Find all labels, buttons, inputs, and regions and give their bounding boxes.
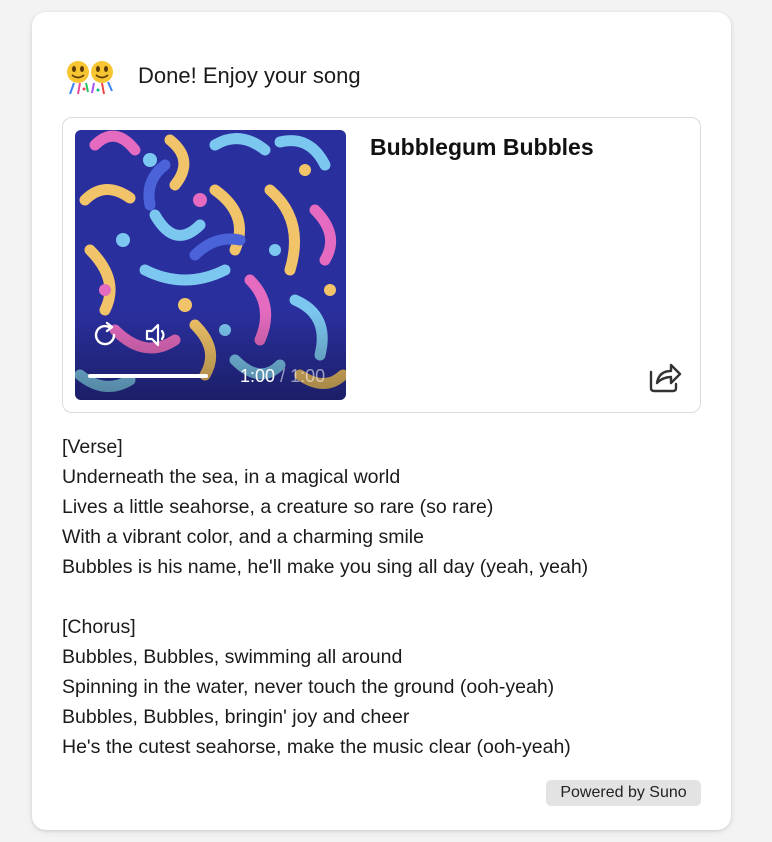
volume-icon[interactable]	[140, 319, 172, 351]
time-separator: /	[280, 366, 286, 386]
total-time: 1:00	[290, 366, 326, 386]
lyric-line: Bubbles, Bubbles, bringin' joy and cheer	[62, 706, 410, 728]
lyric-line: Spinning in the water, never touch the g…	[62, 676, 555, 698]
album-cover: 1:00 / 1:00	[75, 130, 346, 400]
lyric-line: He's the cutest seahorse, make the music…	[62, 736, 571, 758]
confetti-emoji-icon	[64, 56, 116, 96]
powered-by-badge[interactable]: Powered by Suno	[546, 780, 701, 806]
time-display: 1:00 / 1:00	[240, 366, 325, 387]
current-time: 1:00	[240, 366, 276, 386]
audio-player: 1:00 / 1:00	[75, 130, 346, 400]
completion-header: Done! Enjoy your song	[64, 56, 361, 96]
lyric-line: With a vibrant color, and a charming smi…	[62, 526, 424, 548]
replay-icon[interactable]	[89, 319, 121, 351]
lyrics: [Verse] Underneath the sea, in a magical …	[62, 432, 702, 792]
lyric-line: Underneath the sea, in a magical world	[62, 466, 401, 488]
song-card-container: Done! Enjoy your song 1:00 / 1:00 Bubble…	[32, 12, 731, 830]
lyric-line: [Chorus]	[62, 616, 136, 638]
song-title: Bubblegum Bubbles	[370, 134, 594, 160]
progress-fill	[88, 374, 208, 378]
completion-message: Done! Enjoy your song	[138, 63, 361, 88]
share-icon[interactable]	[641, 354, 685, 398]
lyric-line: Bubbles, Bubbles, swimming all around	[62, 646, 403, 668]
song-player-card: 1:00 / 1:00 Bubblegum Bubbles	[62, 117, 701, 413]
lyric-block: [Verse] Underneath the sea, in a magical …	[62, 432, 702, 582]
lyric-line: Lives a little seahorse, a creature so r…	[62, 496, 494, 518]
lyric-line: [Verse]	[62, 436, 123, 458]
progress-bar[interactable]	[88, 374, 208, 378]
lyric-block: [Chorus] Bubbles, Bubbles, swimming all a…	[62, 612, 702, 762]
lyric-line: Bubbles is his name, he'll make you sing…	[62, 556, 589, 578]
